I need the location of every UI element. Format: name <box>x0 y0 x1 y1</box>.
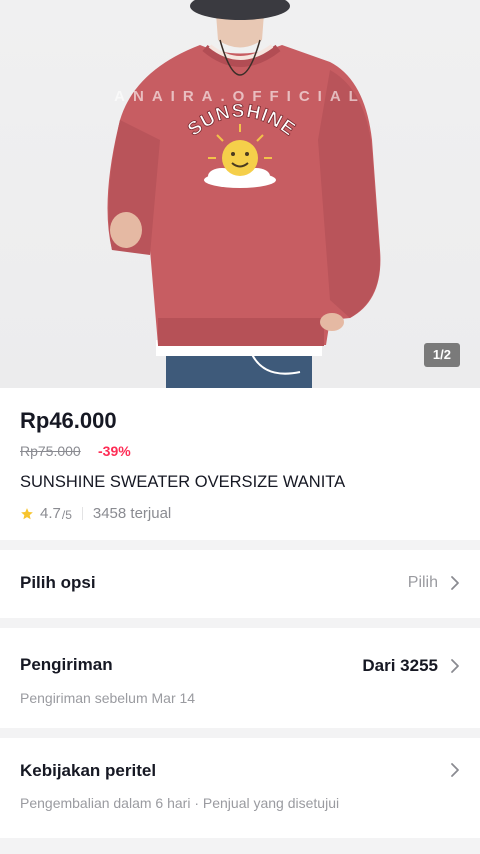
print-text: SUNSHINE <box>184 100 299 141</box>
shipping-value: Dari 3255 <box>362 656 438 675</box>
image-counter: 1/2 <box>423 343 460 367</box>
policy-chevron[interactable] <box>438 762 460 778</box>
shipping-value-group[interactable]: Dari 3255 <box>362 656 460 676</box>
policy-note: Pengembalian dalam 6 hari · Penjual yang… <box>20 795 340 811</box>
options-label: Pilih opsi <box>20 573 96 592</box>
options-action[interactable]: Pilih <box>408 574 460 592</box>
star-icon <box>21 507 33 519</box>
original-price: Rp75.000 <box>20 443 81 459</box>
select-options-row[interactable]: Pilih opsi Pilih <box>0 550 480 618</box>
divider <box>81 507 83 520</box>
current-price: Rp46.000 <box>20 408 117 433</box>
product-image-gallery[interactable]: SUNSHINE ANAIRA.OFFICIAL 1/2 <box>0 0 480 388</box>
shop-watermark: ANAIRA.OFFICIAL <box>114 88 366 105</box>
shipping-row[interactable]: Pengiriman Dari 3255 Pengiriman sebelum … <box>0 628 480 728</box>
product-info-card: Rp46.000 Rp75.000 -39% SUNSHINE SWEATER … <box>0 388 480 540</box>
shipping-note: Pengiriman sebelum Mar 14 <box>20 690 196 706</box>
options-action-label: Pilih <box>407 574 438 591</box>
svg-text:SUNSHINE: SUNSHINE <box>184 101 299 141</box>
sold-count: 3458 terjual <box>92 505 172 522</box>
shipping-label: Pengiriman <box>20 655 113 674</box>
retailer-policy-row[interactable]: Kebijakan peritel Pengembalian dalam 6 h… <box>0 738 480 838</box>
product-title: SUNSHINE SWEATER OVERSIZE WANITA <box>20 473 346 491</box>
discount-badge: -39% <box>98 443 131 459</box>
sweater-print-text: SUNSHINE <box>184 100 299 141</box>
chevron-right-icon <box>451 659 459 673</box>
rating-max: /5 <box>61 508 72 522</box>
policy-label: Kebijakan peritel <box>20 761 157 780</box>
rating-row[interactable]: 4.7 /5 3458 terjual <box>20 505 171 522</box>
rating-value: 4.7 <box>40 505 61 522</box>
chevron-right-icon <box>451 763 459 777</box>
chevron-right-icon <box>451 576 459 590</box>
